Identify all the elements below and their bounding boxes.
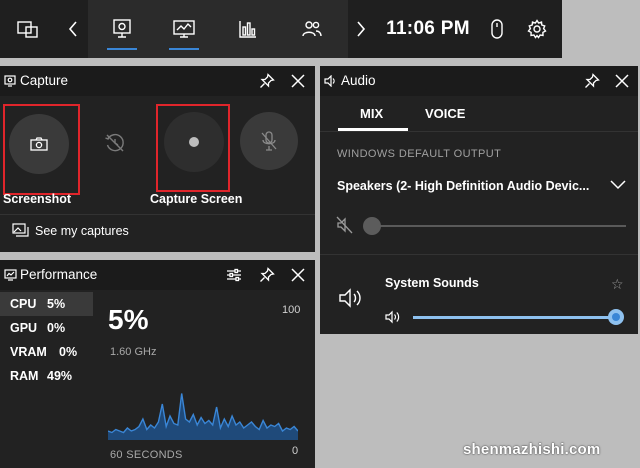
capture-widget-button[interactable] bbox=[100, 0, 144, 58]
close-icon[interactable] bbox=[615, 74, 629, 88]
tab-mix[interactable]: MIX bbox=[360, 106, 383, 121]
scroll-left-button[interactable] bbox=[60, 0, 86, 58]
mouse-settings-button[interactable] bbox=[482, 0, 512, 58]
settings-gear-icon bbox=[527, 19, 547, 39]
record-last-button[interactable] bbox=[104, 132, 126, 154]
cpu-usage-graph bbox=[108, 393, 298, 440]
see-my-captures-link[interactable]: See my captures bbox=[12, 223, 129, 238]
divider bbox=[320, 254, 638, 255]
output-device-select[interactable]: Speakers (2- High Definition Audio Devic… bbox=[337, 179, 607, 193]
graph-max-label: 100 bbox=[282, 304, 301, 316]
chevron-left-icon bbox=[68, 21, 78, 37]
speaker-title-icon bbox=[324, 75, 337, 87]
performance-title: Performance bbox=[20, 267, 98, 282]
cpu-usage-value: 5% bbox=[108, 304, 149, 335]
clock: 11:06 PM bbox=[386, 18, 470, 39]
performance-widget-button[interactable] bbox=[162, 0, 206, 58]
capture-screen-highlight bbox=[156, 104, 230, 192]
audio-titlebar: Audio bbox=[320, 66, 638, 96]
capture-widget-icon bbox=[112, 19, 132, 39]
settings-button[interactable] bbox=[522, 0, 552, 58]
volume-icon[interactable] bbox=[385, 310, 401, 324]
metric-ram[interactable]: RAM 49% bbox=[0, 364, 93, 388]
default-output-label: WINDOWS DEFAULT OUTPUT bbox=[337, 148, 502, 160]
favorite-star-icon[interactable]: ☆ bbox=[611, 276, 624, 293]
master-volume-track[interactable] bbox=[364, 225, 626, 227]
graph-time-span: 60 SECONDS bbox=[110, 449, 183, 461]
screenshot-label: Screenshot bbox=[3, 192, 72, 206]
active-indicator bbox=[107, 48, 137, 50]
resources-chart-icon bbox=[238, 19, 258, 39]
close-icon[interactable] bbox=[291, 74, 305, 88]
screenshot-highlight bbox=[3, 104, 80, 195]
graph-min-label: 0 bbox=[292, 445, 299, 457]
resources-widget-button[interactable] bbox=[226, 0, 270, 58]
tab-voice[interactable]: VOICE bbox=[425, 106, 465, 121]
capture-titlebar: Capture bbox=[0, 66, 315, 96]
metric-gpu[interactable]: GPU 0% bbox=[0, 316, 93, 340]
widget-menu-button[interactable] bbox=[6, 0, 50, 58]
mic-muted-icon bbox=[261, 131, 277, 151]
social-widget-button[interactable] bbox=[290, 0, 334, 58]
metrics-list: CPU 5% GPU 0% VRAM 0% RAM 49% bbox=[0, 290, 93, 468]
system-sounds-volume-thumb[interactable] bbox=[608, 309, 624, 325]
performance-widget-icon bbox=[173, 19, 195, 39]
capture-screen-label: Capture Screen bbox=[150, 192, 243, 206]
pin-icon[interactable] bbox=[259, 267, 275, 283]
chevron-down-icon[interactable] bbox=[610, 180, 626, 190]
capture-widget: Capture Screenshot Capture Screen See my… bbox=[0, 66, 315, 252]
metric-cpu[interactable]: CPU 5% bbox=[0, 292, 93, 316]
pin-icon[interactable] bbox=[584, 73, 600, 89]
see-my-captures-label: See my captures bbox=[35, 223, 129, 238]
scroll-right-button[interactable] bbox=[348, 0, 374, 58]
master-volume-thumb[interactable] bbox=[363, 217, 381, 235]
mouse-icon bbox=[491, 19, 503, 39]
chevron-right-icon bbox=[356, 21, 366, 37]
record-last-disabled-icon bbox=[104, 132, 126, 154]
capture-title: Capture bbox=[20, 73, 69, 88]
system-sounds-volume-track[interactable] bbox=[413, 316, 617, 319]
game-bar-top: 11:06 PM bbox=[0, 0, 562, 58]
speaker-muted-icon[interactable] bbox=[336, 216, 354, 234]
audio-title: Audio bbox=[341, 73, 376, 88]
close-icon[interactable] bbox=[291, 268, 305, 282]
system-sounds-label: System Sounds bbox=[385, 276, 479, 290]
divider bbox=[320, 131, 638, 132]
microphone-toggle-button[interactable] bbox=[240, 112, 298, 170]
audio-widget: Audio MIX VOICE WINDOWS DEFAULT OUTPUT S… bbox=[320, 66, 638, 334]
pin-icon[interactable] bbox=[259, 73, 275, 89]
performance-titlebar: Performance bbox=[0, 260, 315, 290]
options-sliders-icon[interactable] bbox=[226, 268, 242, 282]
divider bbox=[0, 214, 315, 215]
capture-title-icon bbox=[4, 75, 16, 87]
cpu-clock-speed: 1.60 GHz bbox=[110, 346, 157, 358]
performance-widget: Performance CPU 5% GPU 0% VRAM 0% RAM 49… bbox=[0, 260, 315, 468]
system-sounds-speaker-icon bbox=[338, 287, 364, 309]
gallery-icon bbox=[12, 223, 29, 238]
cpu-usage-area bbox=[108, 393, 298, 440]
performance-title-icon bbox=[4, 269, 17, 281]
social-icon bbox=[301, 20, 323, 38]
widget-menu-icon bbox=[17, 19, 39, 39]
metric-vram[interactable]: VRAM 0% bbox=[0, 340, 93, 364]
watermark: shenmazhishi.com bbox=[463, 441, 601, 458]
active-indicator bbox=[169, 48, 199, 50]
